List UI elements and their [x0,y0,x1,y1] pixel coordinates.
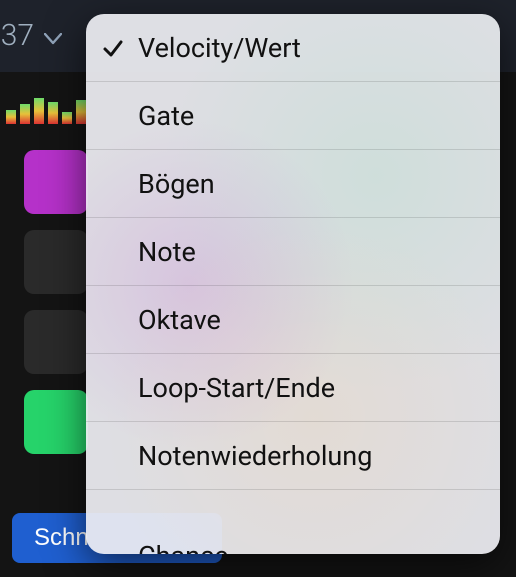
menu-item-label: Chance [138,540,229,554]
check-icon [100,35,126,61]
menu-item-4[interactable]: Oktave [86,286,500,354]
chevron-down-icon [44,18,62,53]
top-value-number: 37 [1,18,34,53]
popup-menu: Velocity/Wert Gate Bögen Note Oktave Loop-Sta… [86,14,500,554]
pad-1[interactable] [24,230,88,294]
menu-item-label: Gate [138,100,194,132]
pad-0[interactable] [24,150,88,214]
pad-3[interactable] [24,390,88,454]
bottom-button-label: Schn [34,524,89,552]
menu-item-7[interactable]: Chance [86,490,500,550]
menu-item-label: Oktave [138,304,221,336]
top-value-dropdown[interactable]: 37 [0,0,70,70]
menu-item-label: Loop-Start/Ende [138,372,335,404]
menu-item-3[interactable]: Note [86,218,500,286]
menu-item-2[interactable]: Bögen [86,150,500,218]
pad-2[interactable] [24,310,88,374]
menu-item-1[interactable]: Gate [86,82,500,150]
menu-item-label: Velocity/Wert [138,32,301,64]
menu-item-6[interactable]: Notenwiederholung [86,422,500,490]
menu-item-0[interactable]: Velocity/Wert [86,14,500,82]
popup-menu-list: Velocity/Wert Gate Bögen Note Oktave Loop-Sta… [86,14,500,554]
menu-item-label: Notenwiederholung [138,440,372,472]
menu-item-label: Bögen [138,168,215,200]
menu-item-label: Note [138,236,196,268]
menu-item-5[interactable]: Loop-Start/Ende [86,354,500,422]
